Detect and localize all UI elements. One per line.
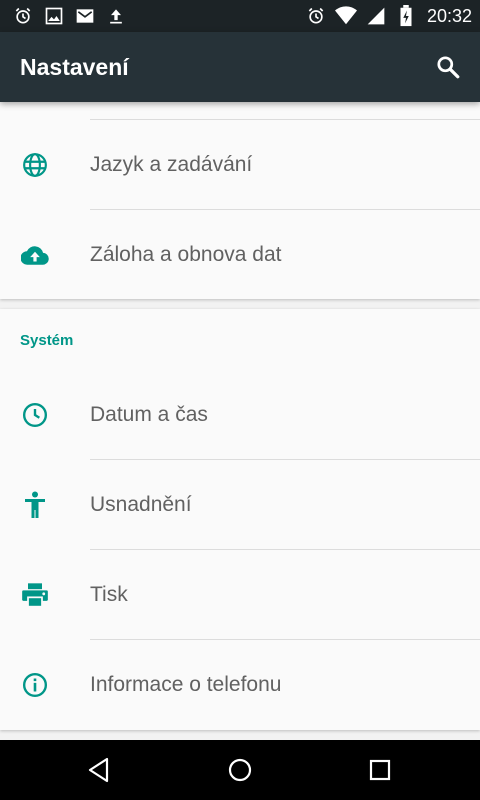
settings-item-print[interactable]: Tisk — [0, 550, 480, 640]
settings-card-personal: Jazyk a zadávání Záloha a obnova dat — [0, 102, 480, 299]
settings-item-label: Záloha a obnova dat — [90, 243, 282, 266]
status-bar-system: 20:32 — [305, 5, 472, 27]
cloud-upload-icon — [21, 241, 49, 269]
search-button[interactable] — [432, 51, 464, 83]
alarm-icon — [12, 5, 34, 27]
settings-item-backup[interactable]: Záloha a obnova dat — [0, 210, 480, 300]
status-bar-notifications — [12, 5, 127, 27]
settings-item-about-phone[interactable]: Informace o telefonu — [0, 640, 480, 730]
settings-card-system: Systém Datum a čas Usnadnění Tisk Inform… — [0, 309, 480, 730]
page-title: Nastavení — [20, 53, 129, 80]
settings-item-label: Datum a čas — [90, 403, 208, 426]
image-icon — [43, 5, 65, 27]
settings-item-label: Jazyk a zadávání — [90, 153, 253, 176]
settings-item-accessibility[interactable]: Usnadnění — [0, 460, 480, 550]
section-title: Systém — [20, 332, 74, 349]
settings-item-language[interactable]: Jazyk a zadávání — [0, 120, 480, 210]
upload-icon — [105, 5, 127, 27]
search-icon — [437, 56, 460, 79]
gmail-icon — [74, 5, 96, 27]
globe-icon — [21, 151, 49, 179]
home-icon — [228, 758, 252, 782]
app-bar: Nastavení — [0, 32, 480, 102]
status-time: 20:32 — [426, 5, 472, 26]
accessibility-icon — [21, 491, 49, 519]
status-bar: 20:32 — [0, 0, 480, 32]
settings-item-label: Usnadnění — [90, 493, 192, 516]
back-button[interactable] — [86, 757, 112, 783]
info-icon — [21, 671, 49, 699]
printer-icon — [21, 581, 49, 609]
navigation-bar — [0, 740, 480, 800]
back-icon — [88, 757, 109, 783]
home-button[interactable] — [227, 757, 253, 783]
battery-charging-icon — [395, 5, 417, 27]
recents-icon — [369, 759, 391, 781]
recents-button[interactable] — [367, 757, 393, 783]
settings-item-label: Informace o telefonu — [90, 673, 282, 696]
alarm-icon — [305, 5, 327, 27]
settings-item-date-time[interactable]: Datum a čas — [0, 370, 480, 460]
wifi-icon — [334, 5, 357, 27]
clock-icon — [21, 401, 49, 429]
signal-icon — [365, 5, 387, 27]
settings-item-label: Tisk — [90, 583, 128, 606]
